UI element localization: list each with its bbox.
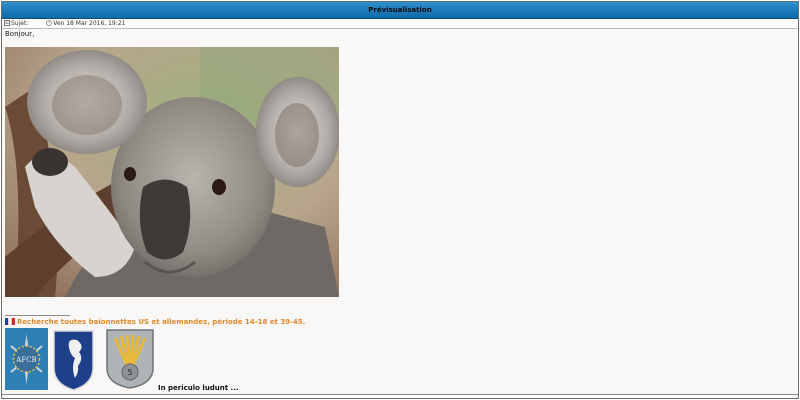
afcb-badge: AFCB: [5, 328, 48, 390]
preview-window: Prévisualisation Sujet: Ven 18 Mar 2016,…: [1, 1, 799, 399]
signature-label: Recherche toutes baïonnettes US et allem…: [17, 318, 306, 326]
signature-divider: [5, 315, 70, 316]
clock-icon: [46, 20, 53, 26]
subject-label: Sujet:: [11, 20, 29, 27]
koala-photo: [5, 47, 339, 297]
badge-label-5: 5: [127, 368, 132, 377]
badge-label-afcb: AFCB: [15, 356, 36, 364]
post-icon: [4, 20, 10, 26]
signature-motto: In periculo ludunt ...: [158, 384, 239, 392]
cavalry-badge: 5: [106, 329, 154, 389]
window-title: Prévisualisation: [2, 2, 798, 19]
seahorse-badge: [53, 330, 94, 391]
greeting-text: Bonjour,: [5, 30, 35, 38]
footer-divider: [2, 394, 798, 398]
signature-text: Recherche toutes baïonnettes US et allem…: [5, 318, 305, 326]
france-flag-icon: [5, 318, 15, 325]
post-body: Bonjour, Recherche toutes baïonnettes US…: [5, 30, 798, 394]
post-meta-row: Sujet: Ven 18 Mar 2016, 19:21: [2, 19, 798, 29]
post-date: Ven 18 Mar 2016, 19:21: [53, 20, 126, 27]
